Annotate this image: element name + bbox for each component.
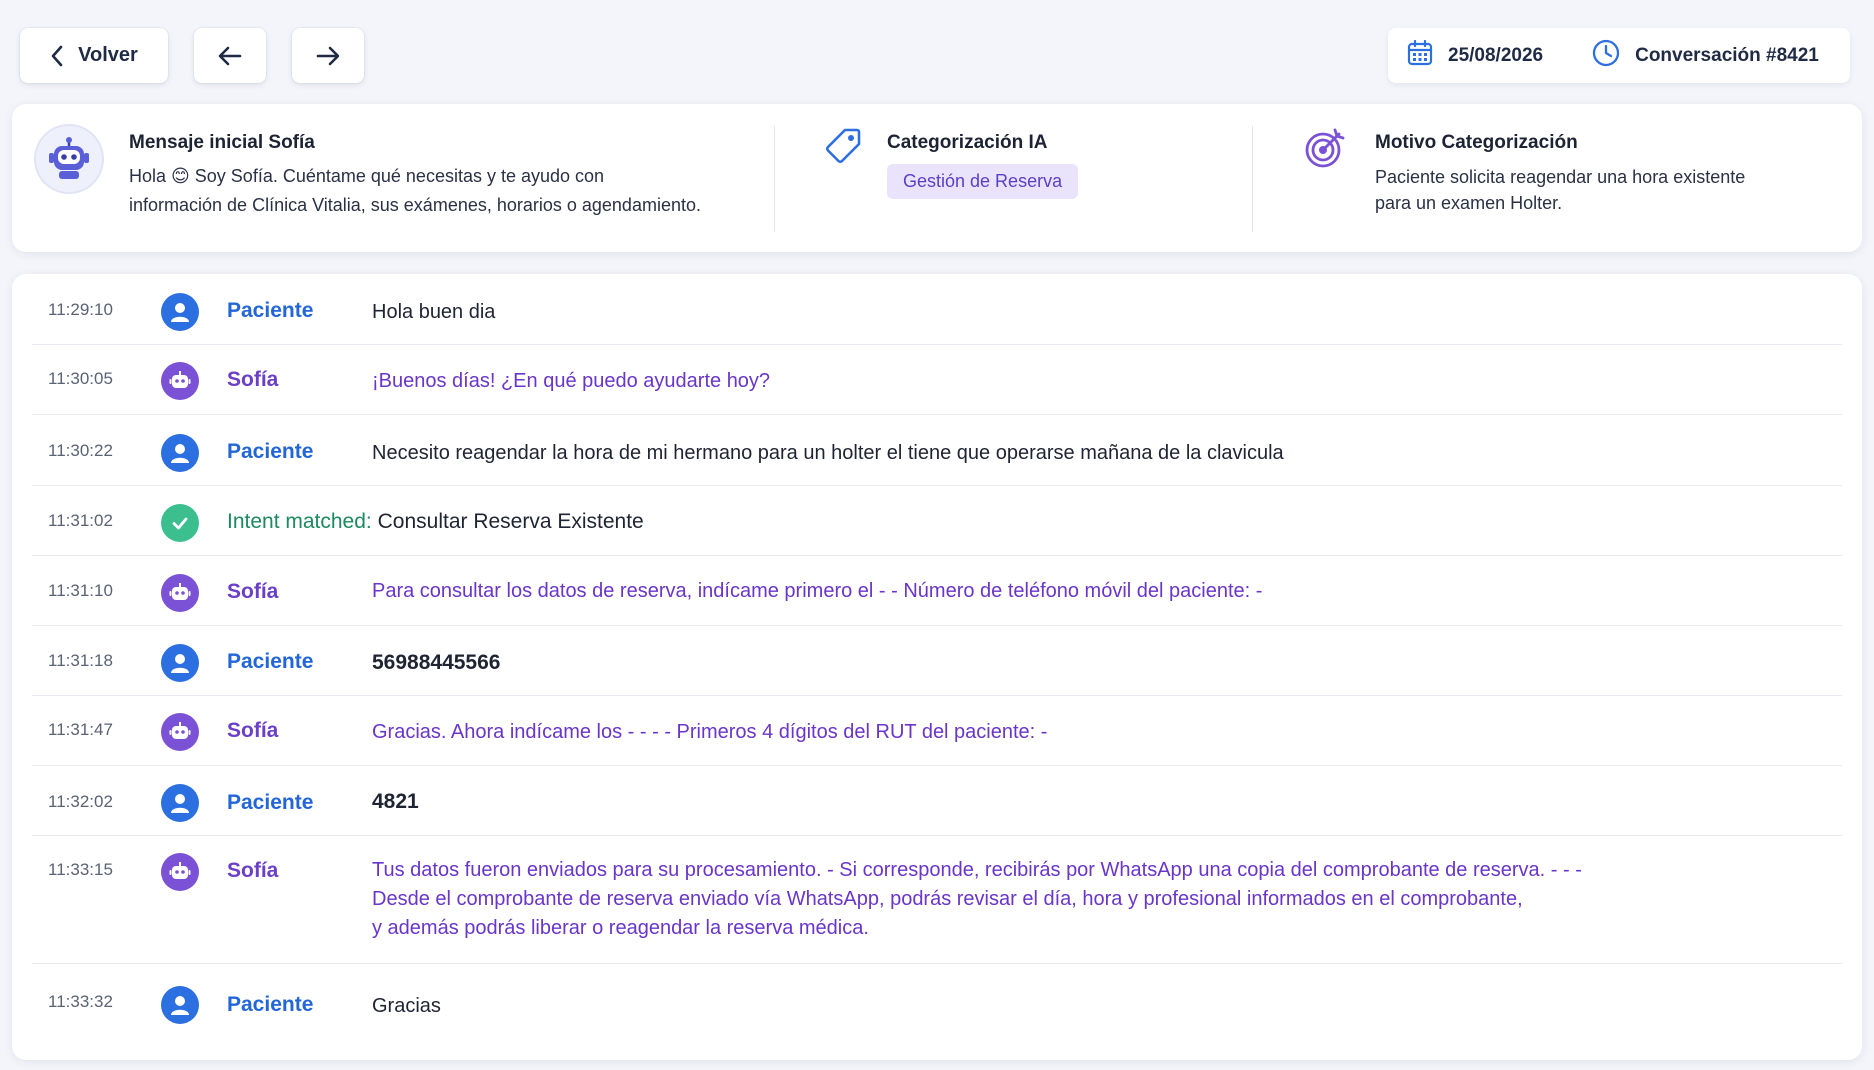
message-time: 11:30:22: [48, 441, 113, 460]
message-time: 11:32:02: [48, 792, 113, 811]
message-sender: Paciente: [227, 650, 314, 673]
next-conversation-button[interactable]: [292, 28, 364, 83]
category-reason-line1: Paciente solicita reagendar una hora exi…: [1375, 167, 1746, 187]
previous-conversation-button[interactable]: [194, 28, 266, 83]
message-time: 11:31:18: [48, 651, 113, 670]
message-text: Tus datos fueron enviados para su proces…: [372, 856, 1582, 943]
intent-matched: Intent matched: Consultar Reserva Existe…: [227, 510, 644, 534]
robot-icon: [161, 713, 199, 751]
message-row: 11:31:18 Paciente 56988445566: [32, 626, 1842, 696]
message-text: Hola buen dia: [372, 301, 496, 323]
message-line: Desde el comprobante de reserva enviado …: [372, 888, 1523, 910]
message-text: Para consultar los datos de reserva, ind…: [372, 580, 1263, 602]
summary-card: Mensaje inicial Sofía Hola 😊 Soy Sofía. …: [12, 104, 1862, 252]
user-icon: [161, 644, 199, 682]
intent-row: 11:31:02 Intent matched: Consultar Reser…: [32, 486, 1842, 556]
message-time: 11:31:02: [48, 511, 113, 530]
message-text: Gracias. Ahora indícame los - - - - Prim…: [372, 721, 1048, 743]
chat-transcript: 11:29:10 Paciente Hola buen dia 11:30:05…: [12, 274, 1862, 1060]
message-time: 11:31:10: [48, 581, 113, 600]
initial-message-line1: Hola 😊 Soy Sofía. Cuéntame qué necesitas…: [129, 166, 605, 186]
top-toolbar: Volver 25/08/2026 Conversación #8421: [0, 0, 1874, 110]
message-sender: Sofía: [227, 719, 279, 742]
message-time: 11:31:47: [48, 720, 113, 739]
user-icon: [161, 986, 199, 1024]
arrow-left-icon: [217, 45, 243, 67]
user-icon: [161, 784, 199, 822]
conversation-meta: 25/08/2026 Conversación #8421: [1388, 28, 1850, 83]
message-sender: Sofía: [227, 859, 279, 882]
back-button[interactable]: Volver: [20, 28, 168, 83]
message-sender: Paciente: [227, 791, 314, 814]
message-line: y además podrás liberar o reagendar la r…: [372, 917, 869, 939]
tag-icon: [823, 126, 863, 171]
message-row: 11:33:32 Paciente Gracias: [32, 964, 1842, 1054]
ai-category-title: Categorización IA: [887, 132, 1048, 153]
ai-category-section: Categorización IA Gestión de Reserva: [775, 104, 1253, 252]
initial-message-title: Mensaje inicial Sofía: [129, 132, 315, 153]
intent-value: Consultar Reserva Existente: [377, 510, 644, 533]
message-sender: Sofía: [227, 580, 279, 603]
message-text: Gracias: [372, 995, 441, 1017]
conversation-date: 25/08/2026: [1406, 39, 1543, 73]
message-row: 11:31:10 Sofía Para consultar los datos …: [32, 556, 1842, 626]
message-text: 56988445566: [372, 651, 501, 674]
robot-icon: [161, 853, 199, 891]
intent-label: Intent matched:: [227, 510, 372, 533]
message-time: 11:33:32: [48, 992, 113, 1011]
message-text: ¡Buenos días! ¿En qué puedo ayudarte hoy…: [372, 370, 771, 392]
message-time: 11:30:05: [48, 369, 113, 388]
back-button-label: Volver: [78, 44, 138, 66]
message-text: 4821: [372, 790, 419, 813]
target-icon: [1303, 126, 1347, 175]
robot-icon: [161, 362, 199, 400]
category-reason-line2: para un examen Holter.: [1375, 193, 1563, 213]
conversation-id-value: Conversación #8421: [1635, 44, 1819, 66]
category-reason-section: Motivo Categorización Paciente solicita …: [1253, 104, 1853, 252]
message-time: 11:29:10: [48, 300, 113, 319]
message-row: 11:29:10 Paciente Hola buen dia: [32, 274, 1842, 345]
message-sender: Paciente: [227, 993, 314, 1016]
message-sender: Paciente: [227, 299, 314, 322]
robot-icon: [161, 574, 199, 612]
calendar-icon: [1406, 39, 1434, 73]
message-row: 11:31:47 Sofía Gracias. Ahora indícame l…: [32, 696, 1842, 766]
message-sender: Sofía: [227, 368, 279, 391]
message-row: 11:32:02 Paciente 4821: [32, 766, 1842, 836]
conversation-id: Conversación #8421: [1591, 38, 1819, 74]
category-reason-title: Motivo Categorización: [1375, 132, 1578, 153]
initial-message-line2: información de Clínica Vitalia, sus exám…: [129, 195, 701, 215]
user-icon: [161, 434, 199, 472]
message-line: Tus datos fueron enviados para su proces…: [372, 859, 1582, 881]
message-row: 11:33:15 Sofía Tus datos fueron enviados…: [32, 836, 1842, 964]
chevron-left-icon: [50, 45, 64, 67]
arrow-right-icon: [315, 45, 341, 67]
category-tag: Gestión de Reserva: [887, 164, 1079, 199]
initial-message-section: Mensaje inicial Sofía Hola 😊 Soy Sofía. …: [12, 104, 772, 252]
message-row: 11:30:22 Paciente Necesito reagendar la …: [32, 415, 1842, 486]
user-icon: [161, 293, 199, 331]
message-text: Necesito reagendar la hora de mi hermano…: [372, 442, 1284, 464]
date-value: 25/08/2026: [1448, 44, 1544, 66]
message-sender: Paciente: [227, 440, 314, 463]
robot-icon: [36, 126, 102, 192]
message-time: 11:33:15: [48, 860, 113, 879]
clock-icon: [1591, 38, 1621, 74]
check-icon: [161, 504, 199, 542]
message-row: 11:30:05 Sofía ¡Buenos días! ¿En qué pue…: [32, 345, 1842, 415]
